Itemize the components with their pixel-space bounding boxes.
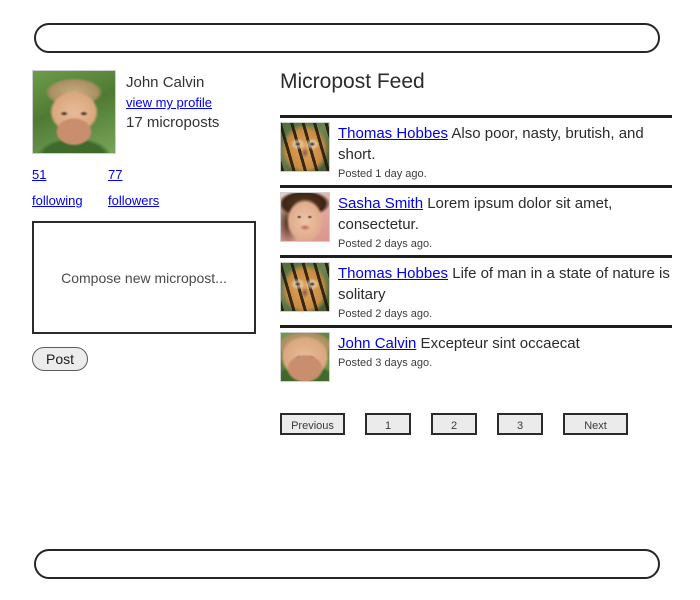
pagination-previous[interactable]: Previous	[280, 413, 345, 435]
post-timestamp: Posted 2 days ago.	[338, 308, 433, 320]
followers-label[interactable]: followers	[108, 188, 184, 214]
post-avatar	[280, 122, 330, 172]
compose-placeholder: Compose new micropost...	[61, 269, 227, 286]
page-content: John Calvin view my profile 17 micropost…	[0, 70, 700, 435]
user-meta: John Calvin view my profile 17 micropost…	[126, 70, 219, 134]
footer-bar[interactable]	[34, 549, 660, 579]
micropost-feed-list: Thomas Hobbes Also poor, nasty, brutish,…	[280, 115, 672, 385]
user-name: John Calvin	[126, 74, 205, 91]
post-content: John Calvin Excepteur sint occaecat	[338, 333, 580, 354]
followers-count[interactable]: 77	[108, 162, 184, 188]
feed-column: Micropost Feed Thomas Hobbes Also poor, …	[272, 70, 672, 435]
pagination-page-2[interactable]: 2	[431, 413, 477, 435]
stat-following: 51 following	[32, 162, 108, 214]
post-author-link[interactable]: Sasha Smith	[338, 195, 423, 212]
feed-item: Sasha Smith Lorem ipsum dolor sit amet, …	[280, 188, 672, 258]
post-body: Thomas Hobbes Also poor, nasty, brutish,…	[338, 122, 672, 182]
feed-item: John Calvin Excepteur sint occaecat Post…	[280, 328, 672, 385]
post-content: Sasha Smith Lorem ipsum dolor sit amet, …	[338, 193, 672, 235]
post-body: Thomas Hobbes Life of man in a state of …	[338, 262, 672, 322]
pagination: Previous 1 2 3 Next	[280, 413, 672, 435]
post-body: John Calvin Excepteur sint occaecat Post…	[338, 332, 580, 371]
sidebar: John Calvin view my profile 17 micropost…	[32, 70, 272, 371]
two-column-layout: John Calvin view my profile 17 micropost…	[0, 70, 700, 435]
header-bar[interactable]	[34, 23, 660, 53]
pagination-next[interactable]: Next	[563, 413, 628, 435]
user-stats: 51 following 77 followers	[32, 162, 272, 214]
post-timestamp: Posted 1 day ago.	[338, 168, 427, 180]
post-timestamp: Posted 3 days ago.	[338, 357, 433, 369]
post-text: Excepteur sint occaecat	[416, 335, 580, 352]
feed-item: Thomas Hobbes Life of man in a state of …	[280, 258, 672, 328]
micropost-compose-input[interactable]: Compose new micropost...	[32, 221, 256, 334]
post-author-link[interactable]: Thomas Hobbes	[338, 265, 448, 282]
post-author-link[interactable]: Thomas Hobbes	[338, 125, 448, 142]
post-timestamp: Posted 2 days ago.	[338, 238, 433, 250]
user-info-block: John Calvin view my profile 17 micropost…	[32, 70, 272, 154]
post-avatar	[280, 332, 330, 382]
feed-title: Micropost Feed	[280, 70, 425, 93]
post-content: Thomas Hobbes Life of man in a state of …	[338, 263, 672, 305]
post-author-link[interactable]: John Calvin	[338, 335, 416, 352]
following-label[interactable]: following	[32, 188, 108, 214]
pagination-page-3[interactable]: 3	[497, 413, 543, 435]
post-avatar	[280, 262, 330, 312]
post-body: Sasha Smith Lorem ipsum dolor sit amet, …	[338, 192, 672, 252]
user-avatar	[32, 70, 116, 154]
post-avatar	[280, 192, 330, 242]
stat-followers: 77 followers	[108, 162, 184, 214]
feed-item: Thomas Hobbes Also poor, nasty, brutish,…	[280, 118, 672, 188]
post-button[interactable]: Post	[32, 347, 89, 371]
micropost-count: 17 microposts	[126, 114, 220, 131]
pagination-page-1[interactable]: 1	[365, 413, 411, 435]
following-count[interactable]: 51	[32, 162, 108, 188]
post-content: Thomas Hobbes Also poor, nasty, brutish,…	[338, 123, 672, 165]
view-my-profile-link[interactable]: view my profile	[126, 93, 219, 112]
